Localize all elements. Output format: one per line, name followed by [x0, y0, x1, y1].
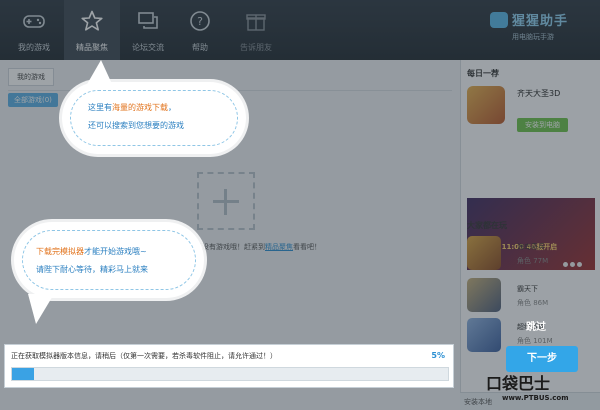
callout-pointer — [86, 60, 112, 86]
watermark-text: 口袋巴士 — [486, 374, 551, 393]
progress-bar — [11, 367, 449, 381]
callout-featured: 这里有海量的游戏下载， 还可以搜索到您想要的游戏 — [62, 82, 246, 154]
watermark-url: www.PTBUS.com — [502, 394, 569, 402]
callout-emulator: 下载完模拟器才能开始游戏哦~ 请陛下耐心等待，精彩马上就来 — [14, 222, 204, 298]
callout-line: 下载完模拟器才能开始游戏哦~ — [36, 247, 147, 256]
download-progress-panel: 正在获取模拟器版本信息，请稍后（仅第一次需要，若杀毒软件阻止，请允许通过！） 5… — [4, 344, 454, 388]
next-button[interactable]: 下一步 — [506, 346, 578, 372]
callout-line: 请陛下耐心等待，精彩马上就来 — [36, 265, 148, 274]
callout-line: 这里有海量的游戏下载， — [88, 103, 176, 112]
progress-message: 正在获取模拟器版本信息，请稍后（仅第一次需要，若杀毒软件阻止，请允许通过！） — [11, 352, 277, 360]
app-window: 我的游戏 精品聚焦 论坛交流 ? 帮助 告诉朋友 猩猩助手 用电脑玩手游 我的游… — [0, 0, 600, 410]
callout-line: 还可以搜索到您想要的游戏 — [88, 121, 184, 130]
progress-fill — [12, 368, 34, 380]
skip-button[interactable]: 跳过 — [526, 318, 546, 333]
callout-pointer — [28, 294, 54, 324]
progress-percent: 5% — [431, 351, 445, 360]
watermark-logo: 口袋巴士 www.PTBUS.com — [486, 370, 596, 408]
